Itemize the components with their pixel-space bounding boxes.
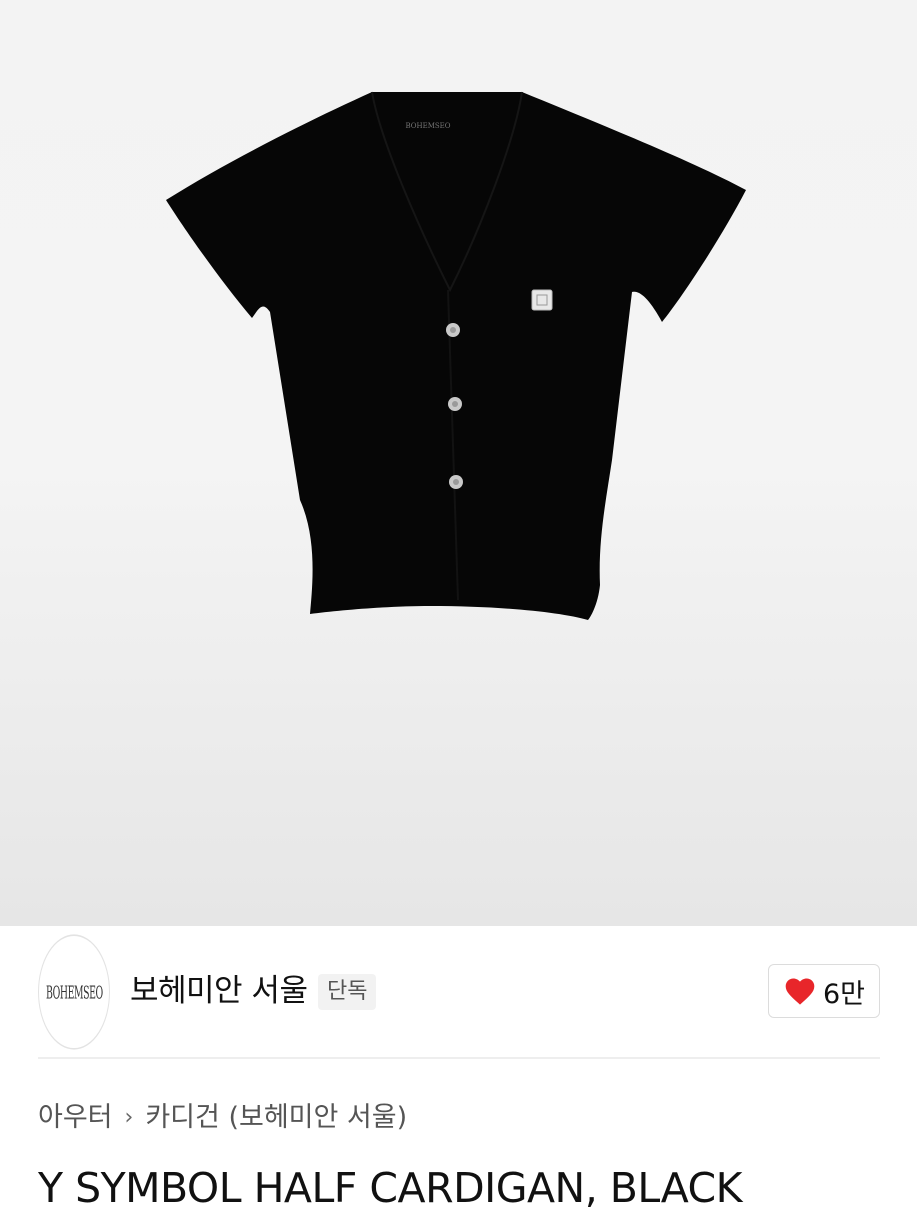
exclusive-badge: 단독 [318, 974, 377, 1010]
breadcrumb: 아우터 › 카디건 (보헤미안 서울) [38, 1098, 407, 1138]
like-count: 6만 [822, 978, 866, 1010]
divider [38, 1057, 880, 1059]
neck-label: BOHEMSEO [405, 122, 450, 130]
product-image[interactable]: BOHEMSEO [0, 0, 917, 926]
breadcrumb-item-outer[interactable]: 아우터 [38, 1098, 113, 1138]
chevron-right-icon: › [124, 1105, 134, 1130]
brand-name[interactable]: 보헤미안 서울 [130, 969, 308, 1013]
brand-row[interactable]: BOHEMSEO 보헤미안 서울 단독 6만 [38, 934, 880, 1050]
brand-logo[interactable]: BOHEMSEO [38, 934, 110, 1050]
cardigan-image: BOHEMSEO [166, 91, 746, 620]
breadcrumb-item-cardigan[interactable]: 카디건 (보헤미안 서울) [145, 1098, 407, 1138]
product-title: Y SYMBOL HALF CARDIGAN, BLACK [38, 1164, 743, 1212]
heart-icon [785, 978, 815, 1005]
like-button[interactable]: 6만 [768, 964, 880, 1018]
